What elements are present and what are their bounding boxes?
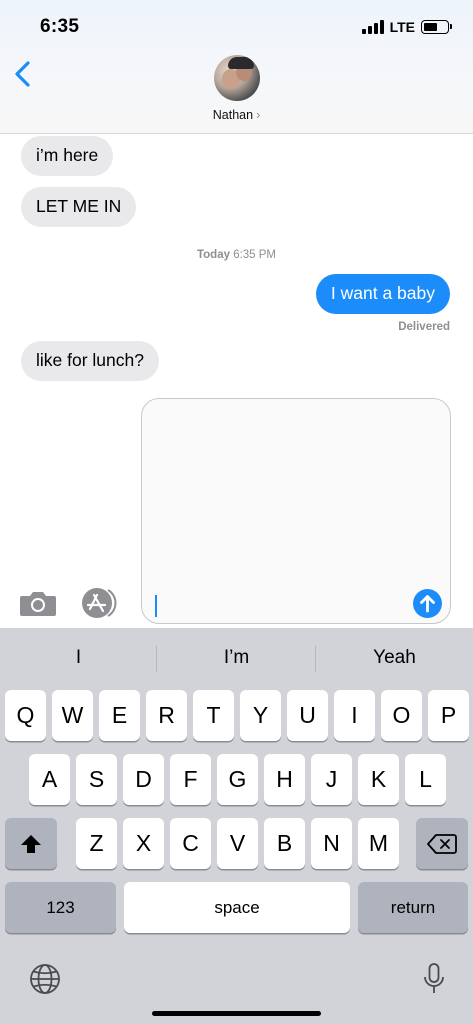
key-v[interactable]: V	[217, 818, 258, 869]
key-j[interactable]: J	[311, 754, 352, 805]
contact-name-button[interactable]: Nathan ›	[0, 108, 473, 122]
delete-key[interactable]	[416, 818, 468, 869]
microphone-icon	[424, 963, 444, 993]
predictive-bar: I I’m Yeah	[0, 628, 473, 688]
conversation-header: 6:35 LTE Nathan ›	[0, 0, 473, 134]
key-l[interactable]: L	[405, 754, 446, 805]
send-arrow-icon	[420, 595, 435, 613]
key-w[interactable]: W	[52, 690, 93, 741]
shift-key[interactable]	[5, 818, 57, 869]
key-m[interactable]: M	[358, 818, 399, 869]
camera-button[interactable]	[18, 588, 58, 618]
back-chevron-icon	[15, 61, 30, 87]
camera-icon	[20, 592, 56, 616]
message-timestamp: Today 6:35 PM	[0, 249, 473, 261]
key-a[interactable]: A	[29, 754, 70, 805]
app-store-button[interactable]	[80, 587, 120, 619]
key-g[interactable]: G	[217, 754, 258, 805]
key-s[interactable]: S	[76, 754, 117, 805]
globe-icon	[30, 964, 60, 994]
app-store-icon	[82, 588, 117, 618]
key-d[interactable]: D	[123, 754, 164, 805]
key-y[interactable]: Y	[240, 690, 281, 741]
message-bubble-sent[interactable]: I want a baby	[315, 274, 450, 314]
key-i[interactable]: I	[334, 690, 375, 741]
message-input[interactable]	[141, 398, 451, 624]
network-label: LTE	[389, 19, 415, 35]
message-bubble-received[interactable]: LET ME IN	[21, 187, 137, 227]
key-c[interactable]: C	[170, 818, 211, 869]
key-u[interactable]: U	[287, 690, 328, 741]
contact-name: Nathan	[212, 108, 254, 122]
key-f[interactable]: F	[170, 754, 211, 805]
chevron-right-icon: ›	[256, 108, 261, 122]
space-key[interactable]: space	[124, 882, 350, 933]
delivery-status: Delivered	[398, 321, 450, 333]
return-key[interactable]: return	[358, 882, 468, 933]
key-r[interactable]: R	[146, 690, 187, 741]
timestamp-day: Today	[196, 249, 230, 261]
contact-avatar[interactable]	[214, 55, 260, 101]
message-bubble-received[interactable]: like for lunch?	[21, 341, 159, 381]
key-q[interactable]: Q	[5, 690, 46, 741]
key-t[interactable]: T	[193, 690, 234, 741]
battery-icon	[421, 20, 452, 34]
globe-button[interactable]	[28, 962, 62, 996]
prediction-3[interactable]: Yeah	[316, 628, 473, 688]
signal-icon	[361, 20, 384, 34]
keyboard: I I’m Yeah Q W E R T Y U I O P A S D F G…	[0, 628, 473, 1024]
numbers-key[interactable]: 123	[5, 882, 116, 933]
timestamp-time: 6:35 PM	[233, 249, 277, 261]
back-button[interactable]	[12, 58, 36, 90]
status-indicators: LTE	[361, 19, 452, 35]
message-bubble-received[interactable]: i’m here	[21, 136, 114, 176]
prediction-1[interactable]: I	[0, 628, 157, 688]
key-p[interactable]: P	[428, 690, 469, 741]
key-b[interactable]: B	[264, 818, 305, 869]
key-h[interactable]: H	[264, 754, 305, 805]
key-e[interactable]: E	[99, 690, 140, 741]
shift-icon	[21, 834, 41, 853]
delete-icon	[427, 833, 457, 854]
prediction-2[interactable]: I’m	[157, 628, 316, 688]
key-n[interactable]: N	[311, 818, 352, 869]
key-o[interactable]: O	[381, 690, 422, 741]
status-time: 6:35	[40, 16, 80, 37]
key-z[interactable]: Z	[76, 818, 117, 869]
key-k[interactable]: K	[358, 754, 399, 805]
key-x[interactable]: X	[123, 818, 164, 869]
send-button[interactable]	[413, 589, 442, 618]
text-cursor	[155, 595, 157, 617]
dictation-button[interactable]	[422, 962, 446, 996]
home-indicator	[152, 1011, 321, 1016]
